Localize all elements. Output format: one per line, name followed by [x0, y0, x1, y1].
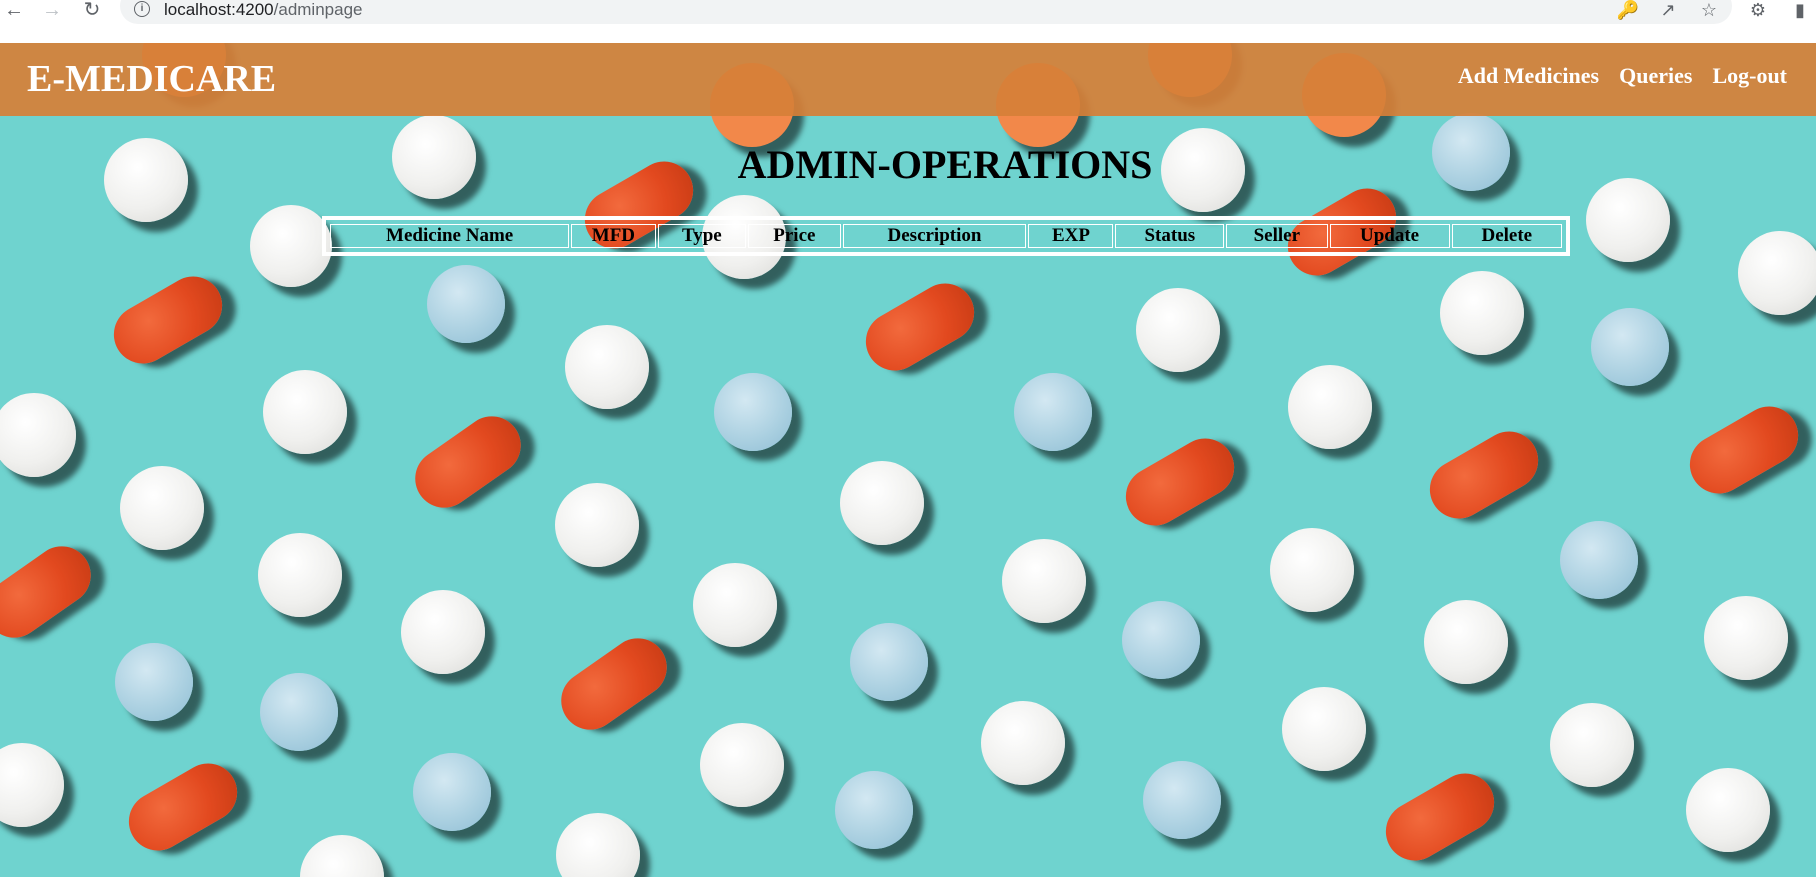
browser-toolbar: ← → ↻ i localhost:4200/adminpage 🔑 ↗ ☆ ⚙…	[0, 0, 1816, 40]
capsule-decoration	[1115, 427, 1245, 537]
pill-decoration	[714, 373, 792, 451]
pill-decoration	[263, 370, 347, 454]
pill-decoration	[1738, 231, 1816, 315]
reload-icon[interactable]: ↻	[80, 0, 104, 24]
capsule-decoration	[1679, 395, 1809, 505]
page-background: E-MEDICARE Add Medicines Queries Log-out…	[0, 43, 1816, 877]
pill-decoration	[115, 643, 193, 721]
pill-decoration	[1014, 373, 1092, 451]
operations-table-wrapper: Medicine Name MFD Type Price Description…	[322, 216, 1570, 256]
pill-decoration	[835, 771, 913, 849]
pill-decoration	[0, 743, 64, 827]
pill-decoration	[1704, 596, 1788, 680]
star-icon[interactable]: ☆	[1697, 0, 1721, 22]
pill-decoration	[556, 813, 640, 877]
pill-decoration	[1288, 365, 1372, 449]
side-panel-icon[interactable]: ▮	[1788, 0, 1812, 22]
capsule-decoration	[103, 265, 233, 375]
pill-decoration	[981, 701, 1065, 785]
key-icon[interactable]: 🔑	[1616, 0, 1640, 22]
capsule-decoration	[855, 272, 985, 382]
capsule-decoration	[403, 404, 533, 520]
capsule-decoration	[118, 752, 248, 862]
pill-decoration	[1591, 308, 1669, 386]
pill-decoration	[1270, 528, 1354, 612]
pill-decoration	[1686, 768, 1770, 852]
column-header-mfd: MFD	[571, 224, 656, 248]
url-text[interactable]: localhost:4200/adminpage	[164, 0, 362, 20]
pill-decoration	[1440, 271, 1524, 355]
pill-decoration	[1550, 703, 1634, 787]
pill-decoration	[1586, 178, 1670, 262]
operations-table: Medicine Name MFD Type Price Description…	[328, 222, 1564, 250]
share-icon[interactable]: ↗	[1656, 0, 1680, 22]
pill-decoration	[1136, 288, 1220, 372]
pill-decoration	[300, 835, 384, 877]
pill-decoration	[1282, 687, 1366, 771]
column-header-medicine-name: Medicine Name	[330, 224, 570, 248]
column-header-delete: Delete	[1451, 224, 1562, 248]
pill-decoration	[1002, 539, 1086, 623]
pill-decoration	[258, 533, 342, 617]
capsule-decoration	[0, 534, 103, 650]
column-header-exp: EXP	[1028, 224, 1114, 248]
column-header-status: Status	[1115, 224, 1225, 248]
pill-decoration	[0, 393, 76, 477]
pill-decoration	[850, 623, 928, 701]
back-arrow-icon[interactable]: ←	[2, 0, 26, 24]
pill-decoration	[1143, 761, 1221, 839]
nav-queries[interactable]: Queries	[1619, 63, 1692, 89]
extensions-icon[interactable]: ⚙	[1746, 0, 1770, 22]
pill-decoration	[413, 753, 491, 831]
address-bar[interactable]: i localhost:4200/adminpage	[120, 0, 1732, 24]
pill-decoration	[565, 325, 649, 409]
pill-decoration	[1122, 601, 1200, 679]
pill-decoration	[427, 265, 505, 343]
pill-decoration	[250, 205, 332, 287]
site-info-icon[interactable]: i	[134, 1, 150, 17]
header-nav: Add Medicines Queries Log-out	[1458, 63, 1787, 89]
pill-decoration	[700, 723, 784, 807]
pill-decoration	[840, 461, 924, 545]
pill-decoration	[401, 590, 485, 674]
pill-decoration	[555, 483, 639, 567]
capsule-decoration	[1375, 762, 1505, 872]
pill-decoration	[1424, 600, 1508, 684]
pill-decoration	[1560, 521, 1638, 599]
capsule-decoration	[549, 626, 679, 742]
table-header-row: Medicine Name MFD Type Price Description…	[330, 224, 1562, 248]
column-header-type: Type	[657, 224, 747, 248]
column-header-seller: Seller	[1226, 224, 1328, 248]
nav-add-medicines[interactable]: Add Medicines	[1458, 63, 1599, 89]
column-header-description: Description	[842, 224, 1027, 248]
pill-decoration	[120, 466, 204, 550]
forward-arrow-icon[interactable]: →	[40, 0, 64, 24]
page-title: ADMIN-OPERATIONS	[737, 142, 1153, 187]
column-header-price: Price	[748, 224, 841, 248]
column-header-update: Update	[1329, 224, 1450, 248]
brand-logo[interactable]: E-MEDICARE	[27, 57, 276, 101]
capsule-decoration	[1419, 420, 1549, 530]
nav-logout[interactable]: Log-out	[1712, 63, 1787, 89]
pill-decoration	[260, 673, 338, 751]
site-header: E-MEDICARE Add Medicines Queries Log-out	[0, 43, 1816, 116]
pill-decoration	[693, 563, 777, 647]
